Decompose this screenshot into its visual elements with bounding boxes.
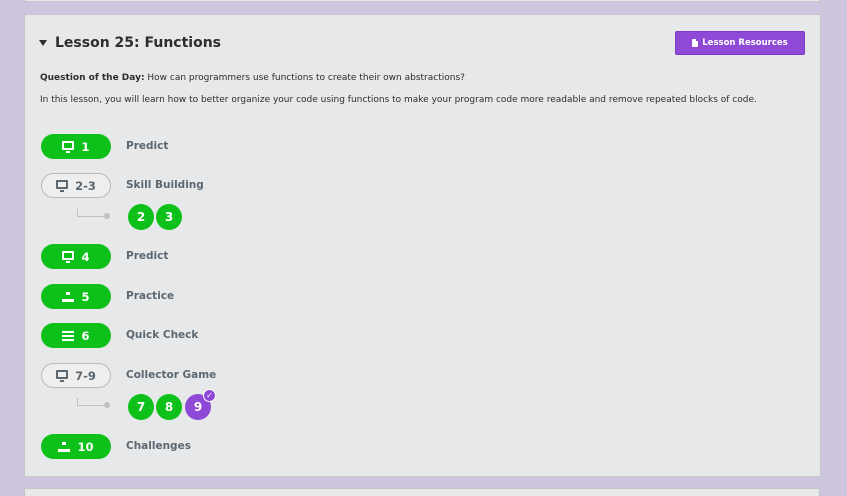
level-number: 6	[81, 328, 90, 343]
sublevel-bubble[interactable]: 3	[156, 204, 182, 230]
level-bubble-2-3[interactable]: 2-3	[41, 173, 111, 198]
question-label: Question of the Day:	[40, 73, 145, 83]
level-name: Predict	[126, 140, 169, 152]
level-number: 4	[81, 249, 90, 264]
level-name: Challenges	[126, 440, 191, 452]
question-of-the-day: Question of the Day: How can programmers…	[40, 73, 810, 83]
list-icon	[62, 331, 75, 341]
lesson-intro: In this lesson, you will learn how to be…	[40, 95, 757, 105]
sublevel-bubble[interactable]: 2	[128, 204, 154, 230]
sitemap-icon	[58, 441, 71, 452]
sublevel-connector	[77, 398, 110, 408]
lesson-title: Lesson 25: Functions	[55, 35, 222, 51]
level-bubble-7-9[interactable]: 7-9	[41, 363, 111, 388]
level-number: 10	[77, 439, 94, 454]
monitor-icon	[62, 251, 75, 263]
level-bubble-1[interactable]: 1	[41, 134, 111, 159]
sitemap-icon	[62, 291, 75, 302]
lesson-resources-label: Lesson Resources	[702, 38, 788, 48]
sublevel-label: 9	[193, 400, 203, 414]
sublevel-bubble[interactable]: 7	[128, 394, 154, 420]
next-lesson-card	[24, 488, 820, 496]
check-badge-icon: ✓	[203, 389, 216, 402]
sublevel-connector	[77, 209, 110, 219]
level-number: 2-3	[75, 178, 96, 193]
monitor-icon	[56, 180, 69, 192]
monitor-icon	[62, 141, 75, 153]
level-name: Skill Building	[126, 179, 204, 191]
level-bubble-4[interactable]: 4	[41, 244, 111, 269]
level-bubble-6[interactable]: 6	[41, 323, 111, 348]
sublevel-bubble[interactable]: 8	[156, 394, 182, 420]
caret-down-icon	[39, 40, 47, 46]
lesson-resources-button[interactable]: Lesson Resources	[675, 31, 805, 55]
monitor-icon	[56, 370, 69, 382]
level-bubble-5[interactable]: 5	[41, 284, 111, 309]
lesson-header-toggle[interactable]: Lesson 25: Functions	[39, 35, 221, 51]
level-name: Quick Check	[126, 329, 199, 341]
level-number: 7-9	[75, 368, 96, 383]
level-name: Collector Game	[126, 369, 217, 381]
question-text: How can programmers use functions to cre…	[144, 73, 465, 83]
level-number: 5	[81, 289, 90, 304]
sublevel-bubble-current[interactable]: 9 ✓	[185, 389, 216, 420]
level-name: Practice	[126, 290, 175, 302]
previous-lesson-card	[24, 0, 820, 2]
level-name: Predict	[126, 250, 169, 262]
document-icon	[692, 39, 699, 47]
level-bubble-10[interactable]: 10	[41, 434, 111, 459]
lesson-card: Lesson 25: Functions Lesson Resources Qu…	[24, 14, 821, 477]
level-number: 1	[81, 139, 90, 154]
